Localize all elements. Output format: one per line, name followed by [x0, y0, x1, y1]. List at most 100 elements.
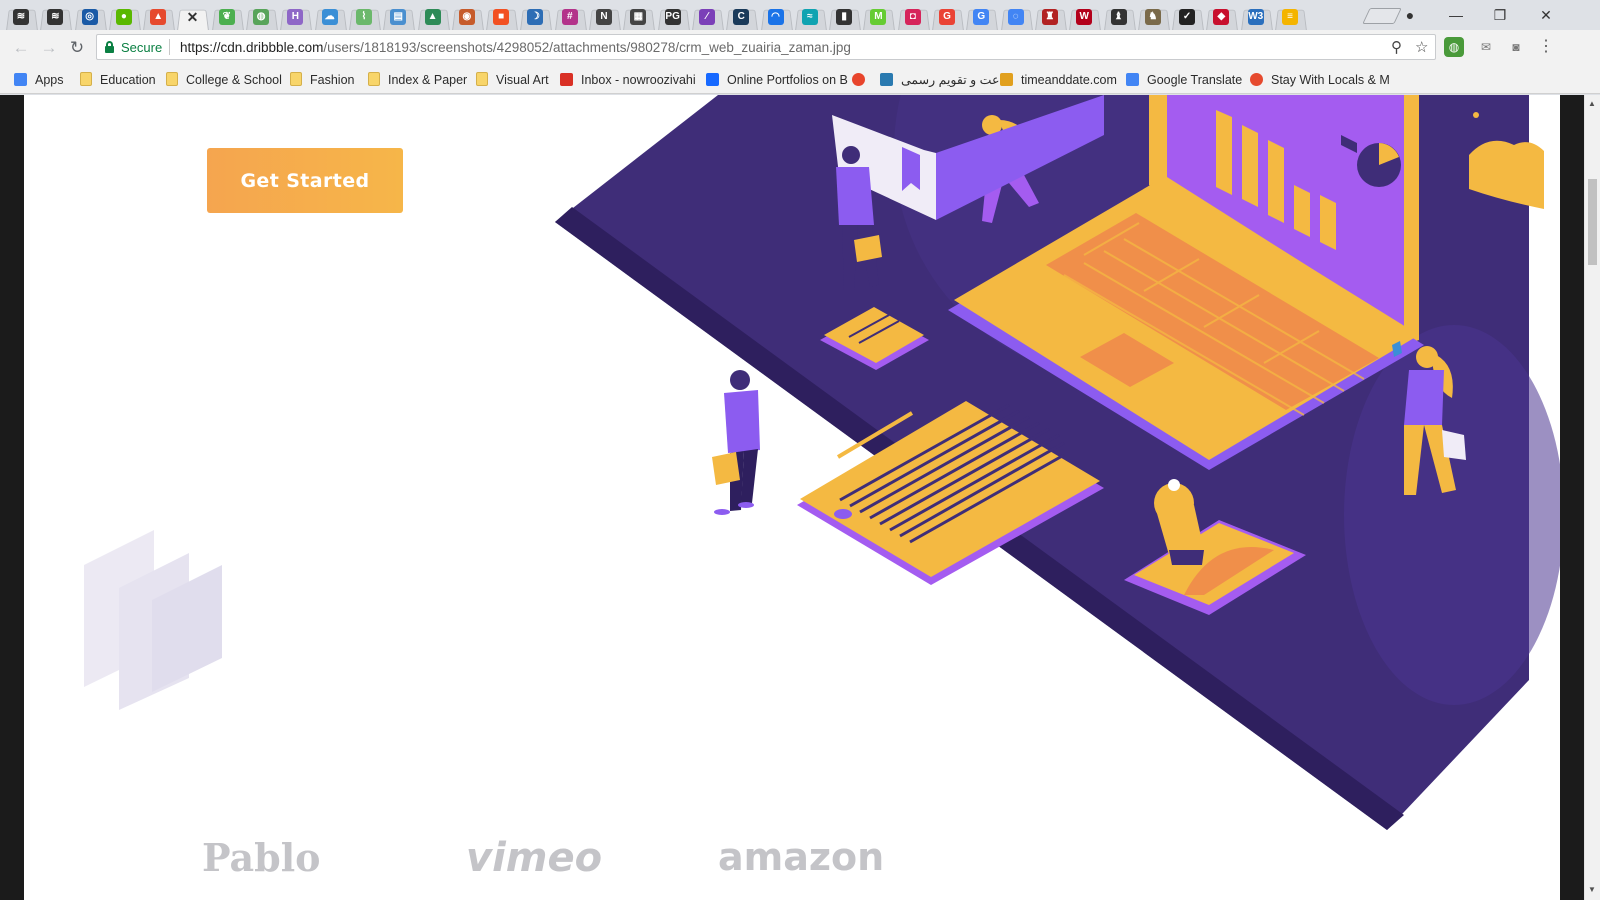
url-host: https://cdn.dribbble.com: [180, 40, 324, 55]
browser-tab[interactable]: ◠: [759, 2, 793, 30]
browser-tab[interactable]: ■: [484, 2, 518, 30]
browser-tab[interactable]: #: [553, 2, 587, 30]
browser-tab[interactable]: ▦: [621, 2, 655, 30]
arc-icon: ◠: [767, 9, 784, 25]
bookmark-google-translate[interactable]: Google Translate: [1126, 72, 1242, 88]
folder-icon: [80, 72, 92, 86]
star-icon[interactable]: ☆: [1415, 38, 1428, 56]
bookmark-apps[interactable]: Apps: [14, 72, 64, 88]
browser-tab[interactable]: ◎: [73, 2, 107, 30]
browser-tab[interactable]: ◉: [450, 2, 484, 30]
doc-icon: ▤: [390, 9, 407, 25]
bookmark-visual-art[interactable]: Visual Art: [476, 72, 549, 88]
browser-tab[interactable]: ≋: [38, 2, 72, 30]
minimize-button[interactable]: —: [1434, 4, 1478, 26]
browser-tab[interactable]: M: [861, 2, 895, 30]
page-scrollbar[interactable]: ▲ ▼: [1584, 95, 1600, 900]
scroll-up-arrow-icon[interactable]: ▲: [1588, 99, 1596, 108]
restore-button[interactable]: ❐: [1478, 4, 1522, 26]
browser-tab[interactable]: N: [587, 2, 621, 30]
browser-tab[interactable]: ≈: [793, 2, 827, 30]
browser-tab[interactable]: ◆: [1204, 2, 1238, 30]
browser-tab[interactable]: ⌇: [347, 2, 381, 30]
browser-tab[interactable]: ☽: [518, 2, 552, 30]
bookmark-label: Stay With Locals & M: [1271, 73, 1390, 87]
back-button[interactable]: ←: [10, 37, 32, 59]
bookmark-label: Inbox - nowroozivahi: [581, 73, 696, 87]
extension-inbox-icon[interactable]: ✉: [1476, 37, 1496, 57]
bookmark-online-portfolios-on-b[interactable]: Online Portfolios on B: [706, 72, 848, 88]
folder-icon: [166, 72, 178, 86]
get-started-button[interactable]: Get Started: [207, 148, 403, 213]
bookmark-t[interactable]: [852, 72, 873, 88]
crest-icon: ♞: [1144, 9, 1161, 25]
reload-button[interactable]: ↻: [66, 37, 88, 59]
dribbble-shot-image: Get Started Pablo vimeo amazon: [24, 95, 1560, 900]
drive-icon: ▲: [150, 9, 167, 25]
wave-icon: ≈: [801, 9, 818, 25]
bookmark-[interactable]: ساعت و تقویم رسمی: [880, 72, 1014, 88]
browser-tab[interactable]: ∕: [690, 2, 724, 30]
loading-icon: ◌: [1007, 9, 1024, 25]
browser-tab[interactable]: ♜: [1033, 2, 1067, 30]
zoom-search-icon[interactable]: ⚲: [1391, 38, 1402, 56]
behance-icon: [706, 73, 719, 86]
bookmark-fashion[interactable]: Fashion: [290, 72, 354, 88]
bookmark-stay-with-locals-m[interactable]: Stay With Locals & M: [1250, 72, 1390, 88]
profile-icon[interactable]: ●: [1388, 4, 1432, 26]
browser-tab[interactable]: W3: [1239, 2, 1273, 30]
google-icon: G: [939, 9, 956, 25]
browser-tab[interactable]: ◌: [999, 2, 1033, 30]
close-icon[interactable]: ✕: [184, 9, 200, 25]
browser-tab[interactable]: ♝: [1102, 2, 1136, 30]
browser-tab[interactable]: ●: [107, 2, 141, 30]
browser-tab[interactable]: ▮: [827, 2, 861, 30]
url-text[interactable]: https://cdn.dribbble.com/users/1818193/s…: [180, 40, 851, 55]
slack-icon: #: [561, 9, 578, 25]
security-label: Secure: [121, 40, 163, 55]
browser-tab[interactable]: G: [964, 2, 998, 30]
window-close-button[interactable]: ✕: [1524, 4, 1568, 26]
google-icon: G: [973, 9, 990, 25]
browser-tab[interactable]: ▲: [416, 2, 450, 30]
w3-icon: W3: [1247, 9, 1264, 25]
pg-icon: PG: [664, 9, 681, 25]
menu-kebab-icon[interactable]: ⋮: [1536, 37, 1556, 57]
bookmark-label: College & School: [186, 73, 282, 87]
scroll-down-arrow-icon[interactable]: ▼: [1588, 885, 1596, 894]
translate-icon: [1126, 73, 1139, 86]
forward-button[interactable]: →: [38, 37, 60, 59]
browser-tab[interactable]: ◘: [896, 2, 930, 30]
browser-tab[interactable]: ☁: [313, 2, 347, 30]
tree-icon: ▲: [424, 9, 441, 25]
bookmark-index-paper[interactable]: Index & Paper: [368, 72, 467, 88]
browser-tab[interactable]: C: [724, 2, 758, 30]
n-icon: N: [596, 9, 613, 25]
folder-icon: [290, 72, 302, 86]
extension-camera-icon[interactable]: ◙: [1506, 37, 1526, 57]
bookmark-inbox-nowroozivahi[interactable]: Inbox - nowroozivahi: [560, 72, 696, 88]
browser-tab[interactable]: G: [930, 2, 964, 30]
browser-tab[interactable]: ▤: [381, 2, 415, 30]
browser-tab[interactable]: ❦: [210, 2, 244, 30]
scroll-thumb[interactable]: [1588, 179, 1597, 265]
bookmark-college-school[interactable]: College & School: [166, 72, 282, 88]
tab-active[interactable]: ✕: [175, 2, 209, 30]
browser-tab[interactable]: PG: [656, 2, 690, 30]
extension-globe-icon[interactable]: ◍: [1444, 37, 1464, 57]
browser-tab[interactable]: ◍: [244, 2, 278, 30]
browser-tab[interactable]: ♞: [1136, 2, 1170, 30]
browser-tab[interactable]: H: [278, 2, 312, 30]
lock-icon: [105, 41, 114, 53]
browser-tab[interactable]: ▲: [141, 2, 175, 30]
browser-tab[interactable]: ≋: [4, 2, 38, 30]
browser-tab[interactable]: W: [1067, 2, 1101, 30]
browser-tab[interactable]: ✓: [1170, 2, 1204, 30]
bookmark-label: Fashion: [310, 73, 355, 87]
bookmark-timeanddate-com[interactable]: timeanddate.com: [1000, 72, 1117, 88]
bookmark-education[interactable]: Education: [80, 72, 156, 88]
bookmark-label: ساعت و تقویم رسمی: [901, 73, 1014, 87]
browser-tab[interactable]: ≡: [1273, 2, 1307, 30]
c-icon: C: [733, 9, 750, 25]
address-bar[interactable]: Secure https://cdn.dribbble.com/users/18…: [96, 34, 1436, 60]
